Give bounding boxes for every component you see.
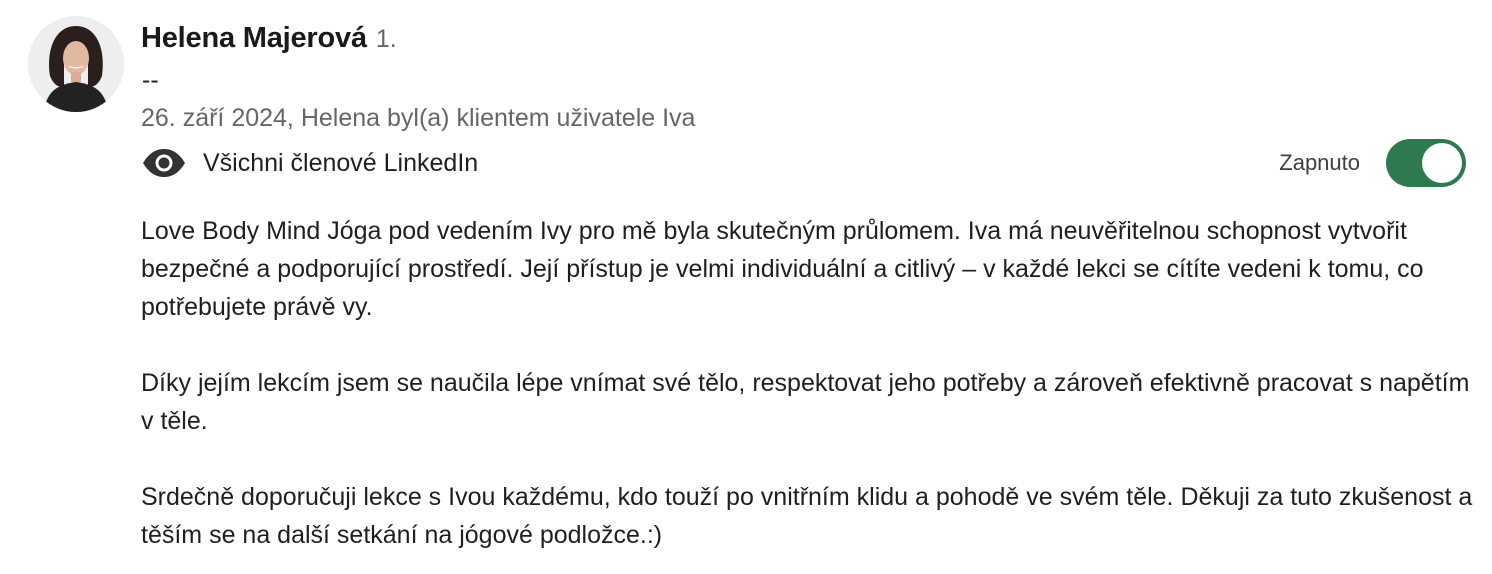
- eye-icon: [141, 144, 187, 182]
- avatar[interactable]: [28, 16, 124, 112]
- display-toggle[interactable]: [1386, 139, 1466, 187]
- toggle-state-label: Zapnuto: [1279, 150, 1360, 175]
- connection-degree: 1.: [375, 25, 397, 53]
- author-header: Helena Majerová 1.: [141, 22, 397, 58]
- toggle-knob: [1422, 143, 1462, 183]
- recommendation-meta: 26. září 2024, Helena byl(a) klientem už…: [141, 104, 696, 132]
- recommendation-paragraph: Love Body Mind Jóga pod vedením Ivy pro …: [141, 217, 1424, 321]
- profile-photo-icon: [28, 16, 124, 112]
- display-toggle-group: Zapnuto: [1279, 138, 1466, 188]
- visibility-info: Všichni členové LinkedIn: [141, 144, 478, 182]
- recommendation-text: Love Body Mind Jóga pod vedením Ivy pro …: [141, 212, 1476, 554]
- recommendation-paragraph: Díky jejím lekcím jsem se naučila lépe v…: [141, 369, 1470, 435]
- visibility-label: Všichni členové LinkedIn: [203, 148, 479, 177]
- author-name[interactable]: Helena Majerová: [141, 22, 367, 55]
- recommendation-paragraph: Srdečně doporučuji lekce s Ivou každému,…: [141, 483, 1473, 549]
- author-headline: --: [142, 66, 159, 94]
